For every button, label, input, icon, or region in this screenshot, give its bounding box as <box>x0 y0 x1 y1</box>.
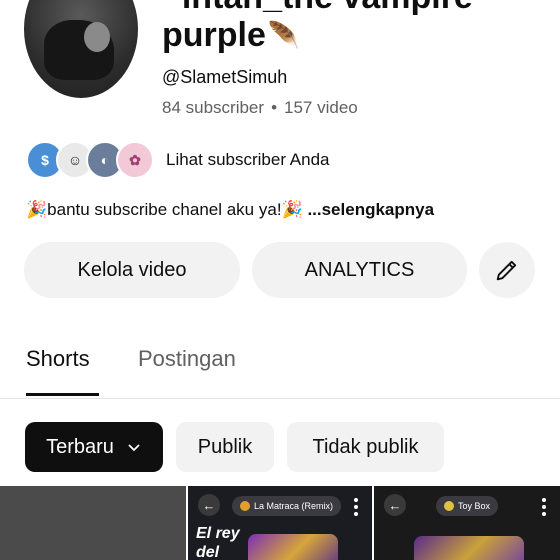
short-thumbnail[interactable]: ← La Matraca (Remix) El rey del Morbo <box>188 486 372 560</box>
sort-newest-chip[interactable]: Terbaru <box>25 422 163 472</box>
view-subscribers-label: Lihat subscriber Anda <box>166 150 330 169</box>
analytics-button[interactable]: ANALYTICS <box>252 242 467 298</box>
filter-private-chip[interactable]: Tidak publik <box>287 422 444 472</box>
music-icon <box>444 501 454 511</box>
avatar-face <box>84 22 110 52</box>
channel-description[interactable]: 🎉bantu subscribe chanel aku ya!🎉 ...sele… <box>26 200 434 220</box>
channel-name-line1: ~intan_the vampire <box>162 0 473 17</box>
channel-name: purple 🪶 <box>162 16 300 55</box>
feather-icon: 🪶 <box>267 20 301 50</box>
edit-channel-button[interactable] <box>479 242 535 298</box>
subscriber-count: 84 subscriber <box>162 98 265 117</box>
stats-separator: • <box>271 98 278 117</box>
active-tab-indicator <box>26 393 99 396</box>
channel-handle: @SlametSimuh <box>162 67 288 87</box>
read-more-link[interactable]: ...selengkapnya <box>307 200 434 219</box>
description-text: 🎉bantu subscribe chanel aku ya!🎉 <box>26 200 308 219</box>
more-options-icon <box>542 498 546 516</box>
thumbnail-artwork <box>414 536 524 560</box>
back-arrow-icon: ← <box>198 494 220 516</box>
back-arrow-icon: ← <box>384 494 406 516</box>
tab-posts[interactable]: Postingan <box>138 346 236 372</box>
more-options-icon <box>354 498 358 516</box>
music-icon <box>240 501 250 511</box>
song-title: Toy Box <box>458 501 491 511</box>
view-subscribers-row[interactable]: $ ☺ ◐ ✿ Lihat subscriber Anda <box>26 141 330 179</box>
manage-videos-button[interactable]: Kelola video <box>24 242 240 298</box>
channel-name-line2: purple <box>162 16 266 54</box>
chevron-down-icon <box>128 444 140 452</box>
short-thumbnail[interactable] <box>0 486 186 560</box>
sort-newest-label: Terbaru <box>46 435 114 458</box>
tab-shorts[interactable]: Shorts <box>26 346 90 372</box>
tabs-divider <box>0 398 560 399</box>
filter-public-chip[interactable]: Publik <box>176 422 274 472</box>
channel-stats: 84 subscriber • 157 video <box>162 98 358 118</box>
video-count: 157 video <box>284 98 358 117</box>
subscriber-avatar: ✿ <box>116 141 154 179</box>
short-thumbnail[interactable]: ← Toy Box <box>374 486 560 560</box>
thumbnail-caption: El rey del Morbo <box>196 525 240 560</box>
pencil-icon <box>496 260 517 281</box>
channel-avatar[interactable] <box>24 0 138 98</box>
song-chip: La Matraca (Remix) <box>232 496 342 516</box>
song-title: La Matraca (Remix) <box>254 501 334 511</box>
song-chip: Toy Box <box>436 496 499 516</box>
